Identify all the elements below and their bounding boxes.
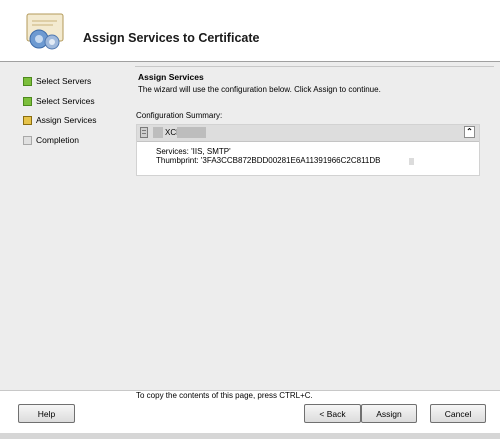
- step-label: Completion: [36, 135, 79, 145]
- step-select-servers[interactable]: Select Servers: [23, 74, 91, 88]
- step-label: Assign Services: [36, 115, 97, 125]
- step-completion[interactable]: Completion: [23, 133, 79, 147]
- thumbprint-text: Thumbprint: '3FA3CCB872BDD00281E6A113919…: [156, 156, 381, 165]
- window-bottom-edge: [0, 433, 500, 439]
- step-pending-icon: [23, 135, 32, 145]
- redacted-text: [177, 127, 206, 138]
- redacted-text: [409, 158, 414, 165]
- help-button[interactable]: Help: [18, 404, 75, 423]
- wizard-header: Assign Services to Certificate: [0, 0, 500, 62]
- section-title: Assign Services: [138, 72, 204, 82]
- cancel-button[interactable]: Cancel: [430, 404, 486, 423]
- back-button[interactable]: < Back: [304, 404, 361, 423]
- wizard-content: Assign Services The wizard will use the …: [128, 62, 500, 390]
- wizard-title: Assign Services to Certificate: [83, 31, 260, 45]
- step-select-services[interactable]: Select Services: [23, 94, 95, 108]
- services-text: Services: 'IIS, SMTP': [156, 147, 231, 156]
- content-divider: [135, 66, 494, 67]
- configuration-summary-label: Configuration Summary:: [136, 111, 223, 120]
- configuration-summary-panel[interactable]: XCH ⌃ Services: 'IIS, SMTP' Thumbprint: …: [136, 124, 480, 176]
- step-assign-services[interactable]: Assign Services: [23, 113, 96, 127]
- assign-button[interactable]: Assign: [361, 404, 417, 423]
- copy-hint: To copy the contents of this page, press…: [136, 391, 313, 400]
- collapse-icon[interactable]: ⌃: [464, 126, 475, 138]
- summary-server-row[interactable]: XCH ⌃: [137, 125, 479, 142]
- certificate-wizard-icon: [26, 13, 64, 50]
- step-label: Select Servers: [36, 76, 92, 86]
- redacted-text: [153, 127, 163, 138]
- step-current-icon: [23, 115, 32, 125]
- wizard-step-nav: Select Servers Select Services Assign Se…: [0, 62, 128, 390]
- step-done-icon: [23, 96, 32, 106]
- section-description: The wizard will use the configuration be…: [138, 85, 381, 94]
- server-icon: [140, 127, 148, 138]
- step-done-icon: [23, 76, 32, 86]
- step-label: Select Services: [36, 96, 95, 106]
